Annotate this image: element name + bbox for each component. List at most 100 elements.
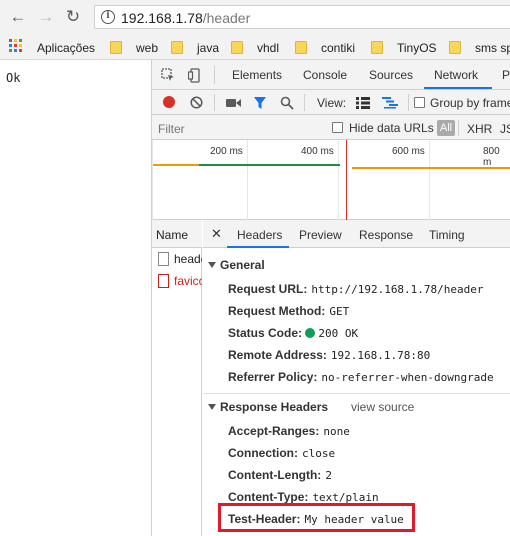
timeline-gridline [152, 140, 153, 220]
general-section-header[interactable]: General [208, 258, 265, 272]
header-value: GET [329, 305, 350, 318]
folder-icon [110, 41, 122, 54]
timeline-load-marker [346, 140, 347, 220]
bookmark-label: sms sp [475, 41, 510, 55]
folder-icon [171, 41, 183, 54]
bookmark-label: Aplicações [37, 41, 96, 55]
url-text[interactable]: 192.168.1.78/header [121, 10, 250, 26]
timeline-tick-label: 400 ms [301, 146, 334, 157]
active-tab-indicator [424, 87, 492, 89]
header-row: Content-Length: 2 [228, 468, 332, 482]
folder-icon [449, 41, 461, 54]
header-value: no-referrer-when-downgrade [321, 371, 494, 384]
expand-triangle-icon [208, 262, 216, 268]
document-icon [158, 274, 169, 288]
large-rows-icon[interactable] [356, 97, 370, 109]
header-row: Request URL: http://192.168.1.78/header [228, 282, 484, 296]
bookmark-java[interactable]: java [171, 40, 219, 56]
bookmark-web[interactable]: web [110, 40, 158, 56]
header-value: http://192.168.1.78/header [311, 283, 484, 296]
bookmark-label: web [136, 41, 159, 55]
back-arrow-icon[interactable]: ← [8, 7, 28, 27]
header-value: close [302, 447, 336, 460]
apps-grid-icon[interactable] [9, 39, 22, 52]
close-icon[interactable]: ✕ [211, 226, 222, 242]
tab-sources[interactable]: Sources [369, 68, 413, 82]
folder-icon [371, 41, 383, 54]
bookmark-apps[interactable]: Aplicações [37, 40, 95, 56]
tab-headers[interactable]: Headers [237, 228, 282, 242]
request-row-header[interactable]: header [152, 249, 202, 270]
bookmark-label: java [197, 41, 220, 55]
timeline-gridline [338, 140, 339, 220]
status-ok-icon [305, 328, 316, 338]
record-icon[interactable] [163, 96, 175, 108]
header-value: 2 [325, 469, 332, 482]
capture-screenshots-icon[interactable] [226, 98, 241, 108]
header-row: Remote Address: 192.168.1.78:80 [228, 348, 430, 362]
waterfall-overview-icon[interactable] [382, 97, 398, 109]
section-title: Response Headers [220, 400, 329, 414]
tab-performance[interactable]: P [502, 68, 510, 82]
tab-preview[interactable]: Preview [299, 228, 342, 242]
bookmark-vhdl[interactable]: vhdl [231, 40, 279, 56]
header-key: Status Code: [228, 326, 303, 340]
search-icon[interactable] [280, 96, 294, 110]
filter-js-button[interactable]: JS [500, 122, 510, 136]
header-row: Accept-Ranges: none [228, 424, 350, 438]
hide-data-urls-checkbox[interactable] [332, 122, 343, 133]
header-key: Content-Type: [228, 490, 309, 504]
requests-header[interactable]: Name [152, 220, 202, 248]
bookmark-sms[interactable]: sms sp [449, 40, 510, 56]
filter-all-button[interactable]: All [437, 120, 455, 136]
info-icon[interactable]: i [101, 10, 115, 24]
request-row-favicon[interactable]: favicon.ico [152, 271, 202, 292]
view-label: View: [317, 96, 347, 110]
header-row: Content-Type: text/plain [228, 490, 379, 504]
clear-icon[interactable] [190, 96, 203, 109]
highlight-annotation-box [218, 503, 415, 532]
group-by-frame-checkbox[interactable] [414, 97, 425, 108]
filter-divider [458, 120, 459, 136]
page-body-text: Ok [6, 71, 21, 85]
tab-network[interactable]: Network [434, 68, 478, 82]
tab-response[interactable]: Response [359, 228, 413, 242]
url-path: /header [202, 10, 251, 26]
bookmark-label: contiki [321, 41, 356, 55]
address-bar[interactable]: i 192.168.1.78/header [94, 5, 510, 29]
timeline-tick-label: 800 m [483, 146, 500, 168]
toolbar-divider [214, 94, 215, 111]
tab-timing[interactable]: Timing [429, 228, 465, 242]
header-key: Request Method: [228, 304, 326, 318]
browser-toolbar: ← → ↻ i 192.168.1.78/header [0, 0, 510, 34]
inspect-element-icon[interactable] [161, 68, 175, 82]
reload-icon[interactable]: ↻ [63, 7, 83, 27]
timeline-gridline [247, 140, 248, 220]
view-source-link[interactable]: view source [351, 400, 414, 414]
filter-xhr-button[interactable]: XHR [467, 122, 492, 136]
forward-arrow-icon[interactable]: → [36, 7, 56, 27]
response-headers-section-header[interactable]: Response Headers [208, 400, 328, 414]
timeline-bar-download [199, 164, 340, 166]
bookmark-tinyos[interactable]: TinyOS [371, 40, 437, 56]
folder-icon [231, 41, 243, 54]
section-title: General [220, 258, 265, 272]
tab-console[interactable]: Console [303, 68, 347, 82]
header-key: Accept-Ranges: [228, 424, 320, 438]
filter-input[interactable] [158, 122, 318, 136]
document-icon [158, 252, 169, 266]
timeline-bar-favicon [352, 167, 510, 169]
header-key: Content-Length: [228, 468, 322, 482]
header-value: 200 OK [318, 327, 359, 340]
bookmark-contiki[interactable]: contiki [295, 40, 355, 56]
tab-elements[interactable]: Elements [232, 68, 282, 82]
device-toolbar-icon[interactable] [188, 68, 202, 83]
header-key: Connection: [228, 446, 298, 460]
timeline-tick-label: 200 ms [210, 146, 243, 157]
header-row: Request Method: GET [228, 304, 349, 318]
toolbar-divider [214, 66, 215, 84]
header-row: Referrer Policy: no-referrer-when-downgra… [228, 370, 494, 384]
filter-icon[interactable] [253, 96, 267, 110]
request-name: favicon.ico [174, 274, 202, 288]
header-value: 192.168.1.78:80 [330, 349, 431, 362]
